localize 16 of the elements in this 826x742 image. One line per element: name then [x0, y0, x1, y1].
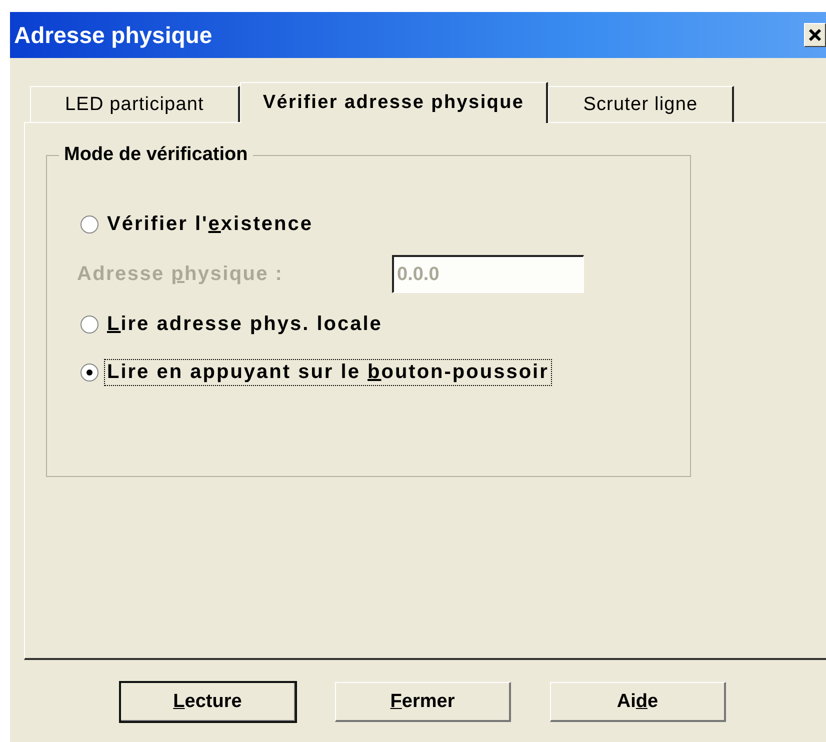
dialog-button[interactable]: Lecture [120, 682, 296, 722]
radio-button[interactable] [80, 314, 99, 334]
radio-label[interactable]: Lire adresse phys. locale [104, 310, 386, 338]
field-label: Adresse physique : [77, 262, 284, 286]
close-button[interactable] [804, 23, 826, 47]
dialog-button[interactable]: Fermer [335, 682, 511, 722]
window-title: Adresse physique [13, 22, 212, 48]
tab[interactable]: LED participant [30, 86, 240, 122]
radio-button[interactable] [80, 362, 99, 382]
tab[interactable]: Scruter ligne [548, 86, 734, 122]
dialog-button[interactable]: Aide [550, 682, 726, 722]
tab[interactable]: Vérifier adresse physique [240, 82, 548, 123]
radio-label[interactable]: Vérifier l'existence [104, 210, 316, 238]
radio-label[interactable]: Lire en appuyant sur le bouton-poussoir [104, 358, 552, 386]
close-icon [808, 28, 822, 42]
radio-button[interactable] [80, 214, 99, 234]
